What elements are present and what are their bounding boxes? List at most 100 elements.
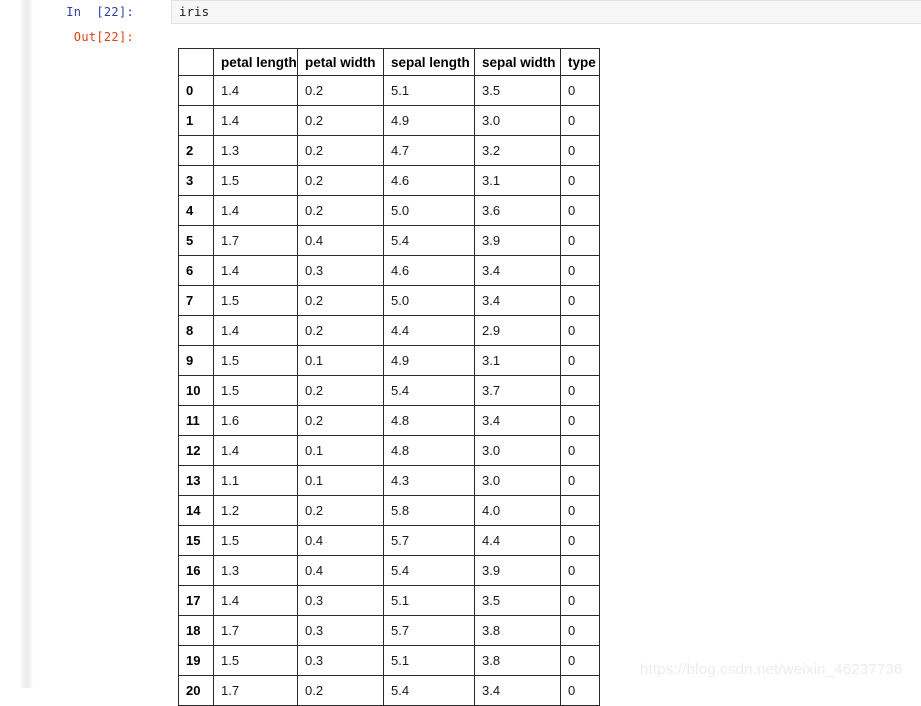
- table-row: 10 1.5 0.2 5.4 3.7 0: [178, 375, 600, 406]
- column-header-petal-length: petal length: [213, 48, 298, 76]
- table-cell: 4.3: [383, 465, 475, 496]
- table-cell: 0: [560, 315, 600, 346]
- table-cell: 1.1: [213, 465, 298, 496]
- row-index-cell: 12: [178, 435, 214, 466]
- column-header-petal-width: petal width: [297, 48, 384, 76]
- column-header-sepal-length: sepal length: [383, 48, 475, 76]
- table-header-row: petal length petal width sepal length se…: [178, 48, 600, 76]
- row-index-cell: 13: [178, 465, 214, 496]
- row-index-cell: 5: [178, 225, 214, 256]
- table-cell: 0.2: [297, 315, 384, 346]
- table-cell: 0.2: [297, 135, 384, 166]
- table-cell: 1.4: [213, 315, 298, 346]
- table-cell: 5.7: [383, 615, 475, 646]
- table-cell: 1.4: [213, 195, 298, 226]
- table-cell: 1.5: [213, 645, 298, 676]
- row-index-cell: 20: [178, 675, 214, 706]
- table-cell: 5.0: [383, 285, 475, 316]
- table-row: 4 1.4 0.2 5.0 3.6 0: [178, 195, 600, 226]
- table-cell: 0: [560, 285, 600, 316]
- table-cell: 0: [560, 255, 600, 286]
- table-cell: 5.4: [383, 675, 475, 706]
- table-cell: 0.2: [297, 75, 384, 106]
- table-cell: 5.4: [383, 555, 475, 586]
- table-cell: 1.4: [213, 585, 298, 616]
- code-input-source[interactable]: iris: [172, 1, 921, 19]
- table-cell: 1.4: [213, 75, 298, 106]
- table-cell: 4.6: [383, 165, 475, 196]
- table-cell: 0.1: [297, 465, 384, 496]
- table-row: 14 1.2 0.2 5.8 4.0 0: [178, 495, 600, 526]
- table-cell: 0.2: [297, 405, 384, 436]
- row-index-cell: 10: [178, 375, 214, 406]
- row-index-cell: 11: [178, 405, 214, 436]
- table-cell: 0: [560, 495, 600, 526]
- table-cell: 4.8: [383, 405, 475, 436]
- row-index-cell: 4: [178, 195, 214, 226]
- table-row: 3 1.5 0.2 4.6 3.1 0: [178, 165, 600, 196]
- table-cell: 1.7: [213, 225, 298, 256]
- table-cell: 4.6: [383, 255, 475, 286]
- table-cell: 1.5: [213, 345, 298, 376]
- table-row: 15 1.5 0.4 5.7 4.4 0: [178, 525, 600, 556]
- table-cell: 2.9: [474, 315, 561, 346]
- table-cell: 4.0: [474, 495, 561, 526]
- table-cell: 3.9: [474, 225, 561, 256]
- notebook-page-left-shadow: [0, 0, 34, 688]
- table-cell: 0: [560, 435, 600, 466]
- table-cell: 3.4: [474, 405, 561, 436]
- table-cell: 0: [560, 345, 600, 376]
- table-cell: 0.4: [297, 555, 384, 586]
- table-cell: 0: [560, 675, 600, 706]
- watermark-text: https://blog.csdn.net/weixin_46237736: [640, 661, 903, 678]
- table-cell: 1.4: [213, 255, 298, 286]
- table-cell: 5.4: [383, 375, 475, 406]
- row-index-cell: 9: [178, 345, 214, 376]
- table-cell: 0.2: [297, 675, 384, 706]
- table-cell: 5.0: [383, 195, 475, 226]
- table-row: 20 1.7 0.2 5.4 3.4 0: [178, 675, 600, 706]
- table-cell: 0.2: [297, 165, 384, 196]
- table-row: 13 1.1 0.1 4.3 3.0 0: [178, 465, 600, 496]
- row-index-cell: 3: [178, 165, 214, 196]
- table-cell: 1.2: [213, 495, 298, 526]
- table-cell: 1.5: [213, 375, 298, 406]
- table-cell: 1.3: [213, 135, 298, 166]
- table-row: 2 1.3 0.2 4.7 3.2 0: [178, 135, 600, 166]
- table-cell: 3.6: [474, 195, 561, 226]
- table-cell: 0: [560, 75, 600, 106]
- table-cell: 4.9: [383, 105, 475, 136]
- notebook-page-left-edge: [33, 0, 34, 688]
- table-cell: 0.3: [297, 255, 384, 286]
- table-row: 7 1.5 0.2 5.0 3.4 0: [178, 285, 600, 316]
- row-index-cell: 17: [178, 585, 214, 616]
- row-index-cell: 18: [178, 615, 214, 646]
- table-cell: 0: [560, 375, 600, 406]
- table-cell: 1.5: [213, 165, 298, 196]
- row-index-cell: 7: [178, 285, 214, 316]
- row-index-cell: 1: [178, 105, 214, 136]
- table-row: 19 1.5 0.3 5.1 3.8 0: [178, 645, 600, 676]
- table-cell: 4.4: [474, 525, 561, 556]
- table-row: 8 1.4 0.2 4.4 2.9 0: [178, 315, 600, 346]
- column-header-index: [178, 48, 214, 76]
- table-cell: 1.7: [213, 675, 298, 706]
- code-input-cell[interactable]: iris: [171, 0, 921, 24]
- table-cell: 0.3: [297, 585, 384, 616]
- input-prompt: In [22]:: [66, 5, 134, 19]
- table-row: 1 1.4 0.2 4.9 3.0 0: [178, 105, 600, 136]
- table-cell: 4.7: [383, 135, 475, 166]
- table-cell: 0.4: [297, 525, 384, 556]
- table-cell: 3.1: [474, 165, 561, 196]
- row-index-cell: 6: [178, 255, 214, 286]
- table-cell: 5.8: [383, 495, 475, 526]
- table-cell: 0.3: [297, 645, 384, 676]
- table-cell: 1.4: [213, 105, 298, 136]
- column-header-type: type: [560, 48, 600, 76]
- table-cell: 5.4: [383, 225, 475, 256]
- table-cell: 3.0: [474, 465, 561, 496]
- table-cell: 3.4: [474, 675, 561, 706]
- table-cell: 0.4: [297, 225, 384, 256]
- table-row: 9 1.5 0.1 4.9 3.1 0: [178, 345, 600, 376]
- table-row: 18 1.7 0.3 5.7 3.8 0: [178, 615, 600, 646]
